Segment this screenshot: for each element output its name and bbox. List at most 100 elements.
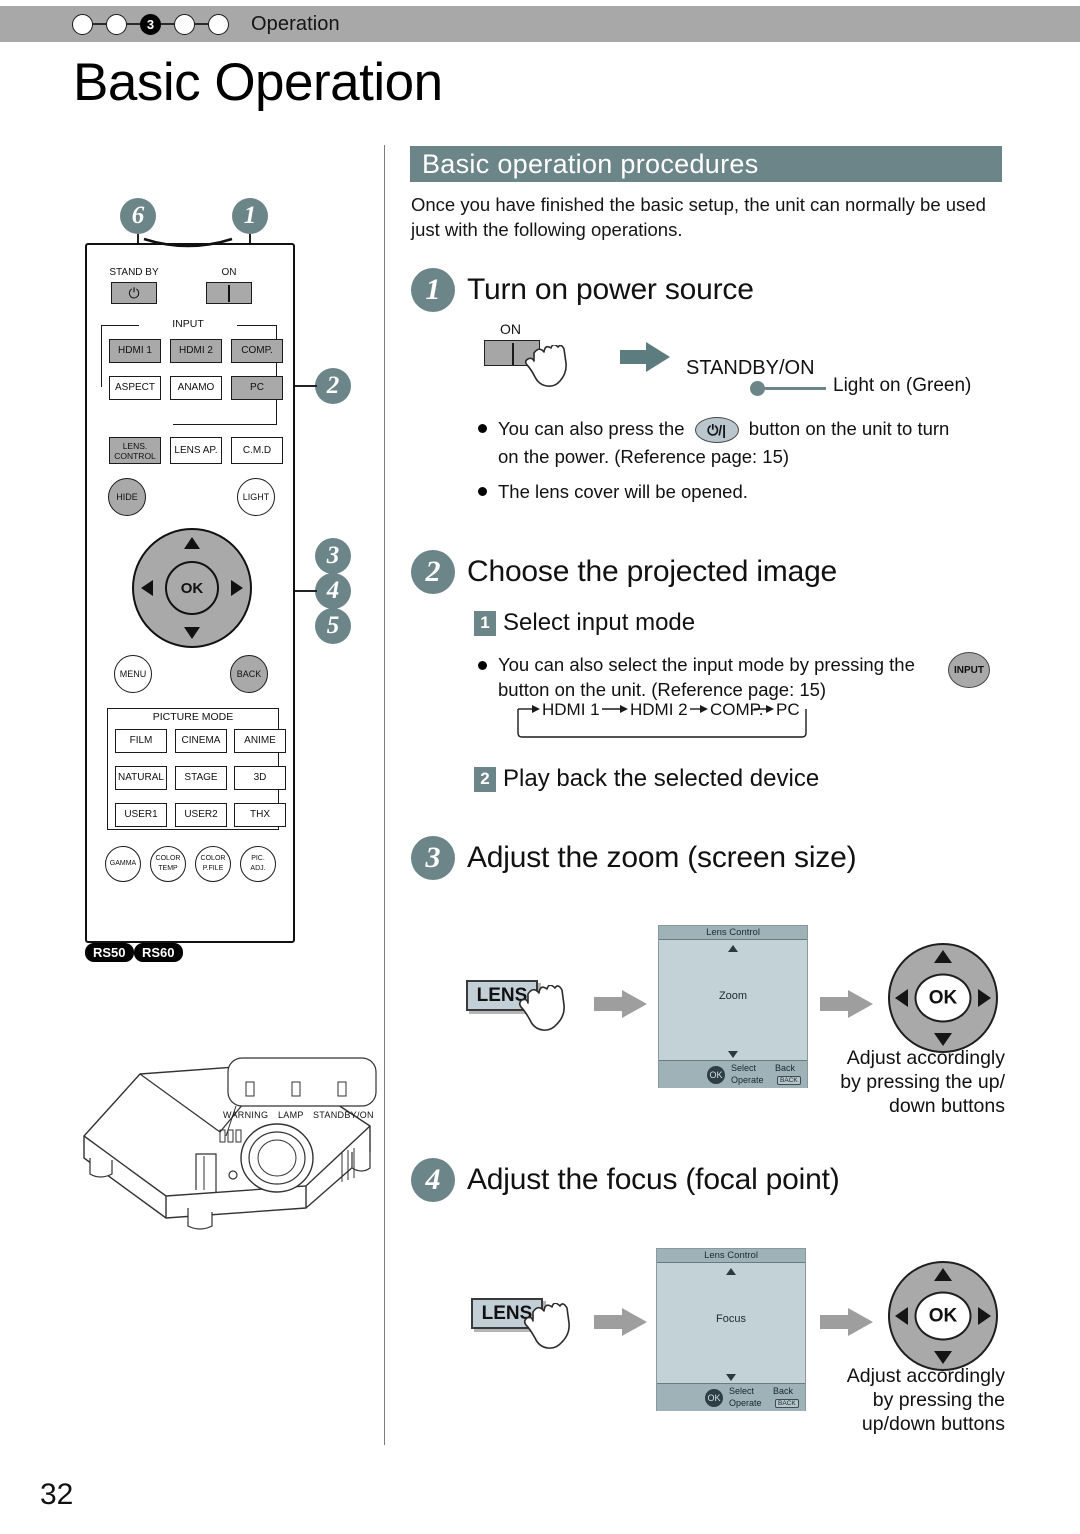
osd-up-arrow-icon bbox=[728, 945, 738, 952]
bullet-text: You can also press the ⏻/| button on the… bbox=[498, 415, 949, 470]
remote-key-light[interactable]: LIGHT bbox=[237, 478, 275, 516]
color-pfile-line2: P.FILE bbox=[202, 865, 224, 872]
remote-dpad[interactable]: OK bbox=[132, 528, 252, 648]
step-3-title: Adjust the zoom (screen size) bbox=[467, 841, 857, 874]
lens-control-line1: LENS. bbox=[122, 440, 148, 451]
power-button-icon[interactable]: ⏻/| bbox=[694, 417, 739, 444]
remote-right-arrow-icon[interactable] bbox=[231, 580, 243, 596]
dpad-zoom[interactable]: OK bbox=[888, 943, 998, 1053]
indicator-label-lamp: LAMP bbox=[278, 1110, 304, 1120]
bullet-1-line2: on the power. (Reference page: 15) bbox=[498, 446, 790, 468]
remote-key-hide[interactable]: HIDE bbox=[108, 478, 146, 516]
remote-key-thx[interactable]: THX bbox=[234, 803, 286, 827]
substep-1-title: Select input mode bbox=[503, 609, 696, 636]
remote-key-3d[interactable]: 3D bbox=[234, 766, 286, 790]
remote-up-arrow-icon[interactable] bbox=[184, 537, 200, 549]
adjust-note-line: Adjust accordingly bbox=[846, 1047, 1005, 1069]
substep-2-badge: 2 bbox=[474, 766, 496, 792]
color-temp-line1: COLOR bbox=[155, 855, 181, 862]
dpad-left-arrow-icon[interactable] bbox=[895, 1307, 908, 1325]
remote-key-ok[interactable]: OK bbox=[165, 561, 219, 615]
flow-arrow-icon bbox=[820, 990, 873, 1018]
model-chip-rs60: RS60 bbox=[134, 943, 183, 962]
on-key-label: ON bbox=[500, 321, 521, 337]
step-1-heading: 1 Turn on power source bbox=[411, 268, 754, 312]
step-1-badge: 1 bbox=[411, 268, 455, 312]
led-leader-line bbox=[764, 387, 826, 390]
dpad-ok-button[interactable]: OK bbox=[914, 1291, 972, 1341]
remote-key-stage[interactable]: STAGE bbox=[175, 766, 227, 790]
flow-arrow-icon bbox=[594, 990, 647, 1018]
remote-key-gamma[interactable]: GAMMA bbox=[105, 846, 141, 882]
callout-5: 5 bbox=[315, 608, 351, 644]
on-bar-icon bbox=[228, 284, 230, 302]
remote-control-illustration: STAND BY ⏻ ON INPUT HDMI 1 HDMI 2 COMP. … bbox=[85, 237, 295, 943]
breadcrumb-connector bbox=[93, 23, 106, 25]
remote-key-lens-ap[interactable]: LENS AP. bbox=[170, 437, 222, 464]
osd-operate-label: Operate bbox=[729, 1398, 762, 1408]
remote-key-hdmi2[interactable]: HDMI 2 bbox=[170, 339, 222, 363]
breadcrumb-label: Operation bbox=[251, 12, 340, 35]
adjust-note-line: down buttons bbox=[888, 1095, 1005, 1117]
remote-key-anamo[interactable]: ANAMO bbox=[170, 376, 222, 400]
remote-key-film[interactable]: FILM bbox=[115, 729, 167, 753]
osd-title: Lens Control bbox=[659, 926, 807, 940]
remote-key-comp[interactable]: COMP. bbox=[231, 339, 283, 363]
breadcrumb-dots: 3 bbox=[72, 13, 229, 35]
remote-key-user2[interactable]: USER2 bbox=[175, 803, 227, 827]
dpad-down-arrow-icon[interactable] bbox=[934, 1351, 952, 1364]
breadcrumb-connector bbox=[161, 23, 174, 25]
remote-key-anime[interactable]: ANIME bbox=[234, 729, 286, 753]
remote-picture-mode-title: PICTURE MODE bbox=[129, 711, 257, 724]
step2-bullet-line1: You can also select the input mode by pr… bbox=[498, 654, 915, 675]
remote-left-arrow-icon[interactable] bbox=[141, 580, 153, 596]
bullet-dot-icon bbox=[478, 487, 487, 497]
remote-key-aspect[interactable]: ASPECT bbox=[109, 376, 161, 400]
remote-key-lens-control[interactable]: LENS. CONTROL bbox=[109, 437, 161, 464]
model-chip-rs50: RS50 bbox=[85, 943, 134, 962]
dpad-ok-button[interactable]: OK bbox=[914, 973, 972, 1023]
dpad-down-arrow-icon[interactable] bbox=[934, 1033, 952, 1046]
remote-on-key[interactable] bbox=[206, 282, 252, 304]
remote-key-cinema[interactable]: CINEMA bbox=[175, 729, 227, 753]
dpad-focus[interactable]: OK bbox=[888, 1261, 998, 1371]
sequence-item-hdmi1: HDMI 1 bbox=[542, 700, 600, 719]
remote-key-pc[interactable]: PC bbox=[231, 376, 283, 400]
remote-key-user1[interactable]: USER1 bbox=[115, 803, 167, 827]
bullet-text: The lens cover will be opened. bbox=[498, 481, 748, 503]
remote-key-color-pfile[interactable]: COLOR P.FILE bbox=[195, 846, 231, 882]
remote-down-arrow-icon[interactable] bbox=[184, 627, 200, 639]
dpad-right-arrow-icon[interactable] bbox=[978, 1307, 991, 1325]
pic-adj-line1: PIC. bbox=[251, 855, 265, 862]
dpad-up-arrow-icon[interactable] bbox=[934, 1268, 952, 1281]
input-sequence-diagram: HDMI 1 HDMI 2 COMP. PC bbox=[504, 700, 824, 741]
callout-1: 1 bbox=[232, 198, 268, 234]
remote-key-hdmi1[interactable]: HDMI 1 bbox=[109, 339, 161, 363]
bullet-dot-icon bbox=[478, 424, 487, 433]
remote-key-back[interactable]: BACK bbox=[230, 655, 268, 693]
remote-standby-key[interactable]: ⏻ bbox=[111, 282, 157, 304]
input-button-icon[interactable]: INPUT bbox=[948, 652, 990, 688]
osd-knob-icon: OK bbox=[707, 1066, 725, 1084]
dpad-right-arrow-icon[interactable] bbox=[978, 989, 991, 1007]
breadcrumb-bar: 3 Operation bbox=[0, 6, 1080, 42]
bullet-item: You can also select the input mode by pr… bbox=[478, 652, 978, 702]
remote-key-menu[interactable]: MENU bbox=[114, 655, 152, 693]
standby-on-label: STANDBY/ON bbox=[686, 357, 815, 379]
dpad-left-arrow-icon[interactable] bbox=[895, 989, 908, 1007]
indicator-label-standby-on: STANDBY/ON bbox=[313, 1110, 374, 1120]
step-2-heading: 2 Choose the projected image bbox=[411, 550, 837, 594]
adjust-note-line: by pressing the up/ bbox=[840, 1071, 1005, 1093]
osd-up-arrow-icon bbox=[726, 1268, 736, 1275]
remote-key-pic-adj[interactable]: PIC. ADJ. bbox=[240, 846, 276, 882]
dpad-up-arrow-icon[interactable] bbox=[934, 950, 952, 963]
bullet-item: You can also press the ⏻/| button on the… bbox=[478, 415, 1006, 470]
substep-play-back-device: 2 Play back the selected device bbox=[474, 765, 819, 793]
remote-key-natural[interactable]: NATURAL bbox=[115, 766, 167, 790]
section-intro: Once you have finished the basic setup, … bbox=[411, 194, 986, 240]
breadcrumb-dot-5 bbox=[208, 13, 229, 35]
flow-arrow-icon bbox=[594, 1308, 647, 1336]
remote-key-cmd[interactable]: C.M.D bbox=[231, 437, 283, 464]
pointing-hand-icon bbox=[524, 345, 567, 387]
remote-key-color-temp[interactable]: COLOR TEMP bbox=[150, 846, 186, 882]
